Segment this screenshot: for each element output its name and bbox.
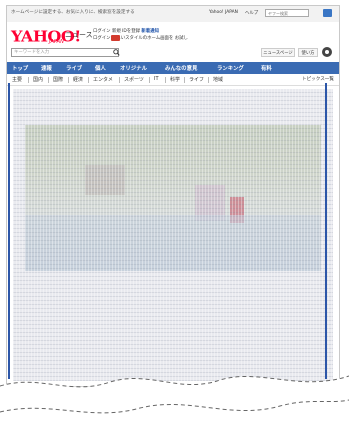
cat-it[interactable]: IT: [154, 76, 159, 82]
top-search-button[interactable]: [323, 9, 332, 17]
noise-texture: [13, 89, 333, 381]
main-nav: トップ 速報 ライブ 個人 オリジナル みんなの意見 ランキング 有料: [7, 62, 339, 74]
left-blue-rule: [8, 83, 10, 379]
nav-breaking[interactable]: 速報: [41, 64, 52, 72]
separator: [68, 77, 69, 83]
nav-individual[interactable]: 個人: [95, 64, 106, 72]
article-image-area[interactable]: [13, 89, 333, 381]
news-page-button[interactable]: ニュースページ: [261, 48, 295, 57]
cat-sports[interactable]: スポーツ: [124, 76, 144, 83]
nav-top[interactable]: トップ: [12, 64, 28, 72]
login-line2[interactable]: ログイン: [93, 36, 111, 41]
top-message[interactable]: ホームページに設定する、お気に入りに、検索窓を設定する: [11, 9, 135, 15]
cat-entertainment[interactable]: エンタメ: [93, 76, 113, 83]
nav-live[interactable]: ライブ: [66, 64, 82, 72]
new-badge-icon: [111, 35, 120, 41]
nav-paid[interactable]: 有料: [261, 64, 272, 72]
category-nav: 主要 国内 国際 経済 エンタメ スポーツ IT 科学 ライフ 地域 トピックス…: [7, 74, 339, 86]
nav-opinions[interactable]: みんなの意見: [165, 64, 197, 72]
login-links: ログイン 新規 IDを登録 新着通知 ログイン 新しいスタイルのホーム画面を お…: [93, 28, 188, 42]
topics-list-link[interactable]: トピックス一覧: [302, 76, 334, 82]
separator: [28, 77, 29, 83]
torn-paper-edge: [0, 375, 349, 424]
search-icon[interactable]: [113, 49, 120, 56]
cat-domestic[interactable]: 国内: [33, 76, 43, 83]
login-line1[interactable]: ログイン 新規 IDを登録: [93, 29, 140, 34]
browser-frame: ホームページに設定する、お気に入りに、検索窓を設定する Yahoo! JAPAN…: [6, 5, 340, 387]
cat-economy[interactable]: 経済: [73, 76, 83, 83]
new-style-link[interactable]: 新しいスタイルのホーム画面を お試し: [112, 36, 188, 41]
separator: [88, 77, 89, 83]
cat-life[interactable]: ライフ: [189, 76, 204, 83]
search-input[interactable]: キーワードを入力: [11, 48, 119, 57]
separator: [165, 77, 166, 83]
separator: [119, 77, 120, 83]
right-blue-rule: [325, 83, 327, 379]
cat-region[interactable]: 地域: [213, 76, 223, 83]
howto-button[interactable]: 使い方: [298, 48, 318, 57]
cat-international[interactable]: 国際: [53, 76, 63, 83]
news-label[interactable]: ニュース: [65, 30, 93, 40]
cat-science[interactable]: 科学: [170, 76, 180, 83]
separator: [208, 77, 209, 83]
separator: [184, 77, 185, 83]
top-search-input[interactable]: ヤフー検索: [265, 9, 309, 17]
separator: [149, 77, 150, 83]
help-link[interactable]: ヘルプ: [245, 10, 258, 16]
nav-original[interactable]: オリジナル: [120, 64, 147, 72]
gear-icon[interactable]: [322, 47, 332, 57]
yahoo-japan-link[interactable]: Yahoo! JAPAN: [209, 10, 238, 15]
separator: [48, 77, 49, 83]
cat-main[interactable]: 主要: [12, 76, 22, 83]
nav-ranking[interactable]: ランキング: [217, 64, 244, 72]
logo-sub: JAPAN: [49, 39, 64, 45]
top-strip: ホームページに設定する、お気に入りに、検索窓を設定する Yahoo! JAPAN…: [7, 6, 339, 22]
screenshot-page: ホームページに設定する、お気に入りに、検索窓を設定する Yahoo! JAPAN…: [0, 0, 349, 424]
notify-link[interactable]: 新着通知: [141, 29, 159, 34]
